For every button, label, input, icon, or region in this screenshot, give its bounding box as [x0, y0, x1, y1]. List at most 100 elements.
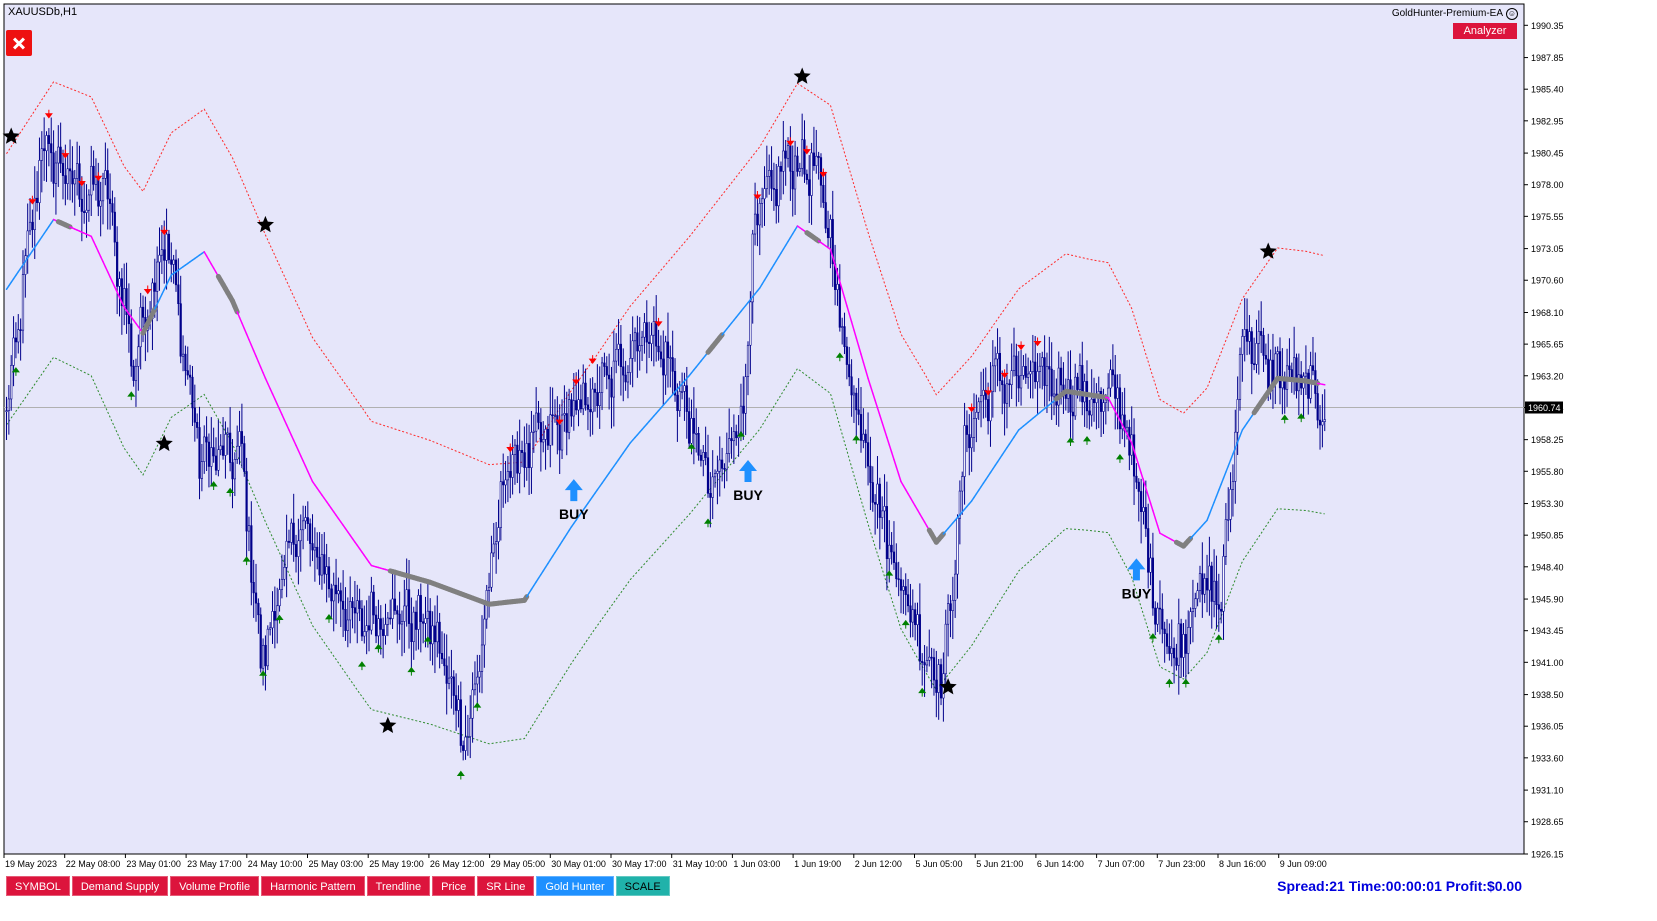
time-tick-label: 6 Jun 14:00	[1037, 859, 1084, 869]
candle-body	[123, 288, 126, 307]
price-tick-label: 1990.35	[1531, 21, 1564, 31]
candle-body	[1059, 367, 1063, 386]
candle-body	[549, 414, 552, 446]
candle-body	[768, 169, 771, 177]
candle-body	[711, 476, 714, 498]
toolbar-button-harmonic-pattern[interactable]: Harmonic Pattern	[261, 876, 365, 896]
candle-body	[1255, 343, 1258, 365]
candle-body	[14, 337, 18, 343]
candle-body	[1092, 398, 1096, 404]
time-tick-label: 7 Jun 07:00	[1098, 859, 1145, 869]
candle-body	[709, 493, 712, 498]
candle-body	[643, 322, 646, 338]
price-tick-label: 1978.00	[1531, 180, 1564, 190]
candle-body	[892, 551, 896, 563]
candle-body	[551, 414, 554, 417]
candle-body	[716, 470, 719, 474]
candle-body	[504, 479, 507, 486]
time-tick-label: 30 May 17:00	[612, 859, 667, 869]
candle-body	[1031, 361, 1034, 372]
close-icon[interactable]	[6, 30, 32, 56]
candle-body	[801, 139, 804, 169]
candle-body	[1210, 565, 1213, 602]
candle-body	[890, 544, 893, 553]
candle-body	[1205, 578, 1209, 591]
candle-body	[1125, 426, 1129, 432]
plot-area[interactable]	[3, 3, 1525, 855]
candle-body	[996, 352, 999, 360]
candle-body	[292, 522, 295, 545]
toolbar-button-symbol[interactable]: SYMBOL	[6, 876, 70, 896]
analyzer-button[interactable]: Analyzer	[1453, 23, 1517, 39]
candle-body	[1001, 380, 1004, 386]
candle-body	[139, 306, 142, 348]
candle-body	[167, 233, 171, 261]
candle-body	[772, 188, 776, 190]
candle-body	[92, 165, 95, 185]
candle-body	[1189, 611, 1192, 628]
candle-body	[266, 628, 269, 667]
candle-body	[906, 594, 910, 607]
candle-body	[17, 329, 20, 343]
toolbar-button-price[interactable]: Price	[432, 876, 476, 896]
candle-body	[864, 433, 867, 443]
time-tick-label: 29 May 05:00	[491, 859, 546, 869]
candle-body	[751, 233, 754, 303]
candle-body	[21, 274, 25, 331]
candle-body	[977, 401, 980, 413]
candle-body	[506, 471, 510, 481]
toolbar-button-trendline[interactable]: Trendline	[366, 876, 431, 896]
candle-body	[904, 586, 907, 595]
candle-body	[1257, 331, 1260, 344]
candle-body	[31, 221, 34, 231]
candle-body	[33, 197, 36, 231]
candle-body	[351, 601, 354, 608]
candle-body	[987, 399, 990, 422]
price-chart[interactable]: 1990.35 1987.85 1985.40 1982.95 1980.45 1978.…	[0, 0, 1657, 921]
candle-body	[71, 170, 74, 185]
candle-body	[431, 625, 434, 645]
candle-body	[219, 445, 222, 451]
candle-body	[798, 168, 801, 172]
candle-body	[1045, 366, 1049, 386]
candle-body	[193, 407, 196, 423]
current-price-label: 1960.74	[1528, 403, 1561, 413]
candle-body	[1243, 329, 1246, 337]
toolbar-button-demand-supply[interactable]: Demand Supply	[71, 876, 169, 896]
candle-body	[845, 346, 848, 365]
candle-body	[1224, 519, 1227, 557]
candle-body	[210, 447, 213, 467]
candle-body	[1008, 383, 1011, 386]
price-tick-label: 1936.05	[1531, 722, 1564, 732]
candle-body	[1253, 363, 1256, 365]
candle-body	[379, 618, 382, 630]
candle-body	[1069, 379, 1072, 413]
candle-body	[789, 145, 792, 172]
candle-body	[539, 422, 542, 443]
candle-body	[702, 452, 705, 461]
candle-body	[925, 659, 929, 666]
candle-body	[558, 424, 561, 451]
candle-body	[438, 621, 441, 654]
candle-body	[495, 541, 498, 545]
candle-body	[466, 736, 469, 738]
toolbar-button-volume-profile[interactable]: Volume Profile	[170, 876, 260, 896]
toolbar-button-gold-hunter[interactable]: Gold Hunter	[536, 876, 614, 896]
candle-body	[1003, 384, 1006, 404]
toolbar-button-sr-line[interactable]: SR Line	[477, 876, 535, 896]
candle-body	[1116, 387, 1119, 399]
time-tick-label: 5 Jun 05:00	[916, 859, 963, 869]
candle-body	[683, 385, 686, 392]
candle-body	[177, 284, 180, 304]
candle-body	[207, 441, 211, 467]
candle-body	[1074, 376, 1077, 417]
candle-body	[1090, 398, 1093, 416]
candle-body	[695, 433, 698, 435]
candle-body	[410, 623, 413, 642]
candle-body	[688, 411, 691, 444]
candle-body	[243, 443, 246, 472]
candle-body	[565, 413, 568, 433]
toolbar-button-scale[interactable]: SCALE	[615, 876, 670, 896]
candle-body	[520, 450, 524, 453]
candle-body	[786, 145, 790, 159]
